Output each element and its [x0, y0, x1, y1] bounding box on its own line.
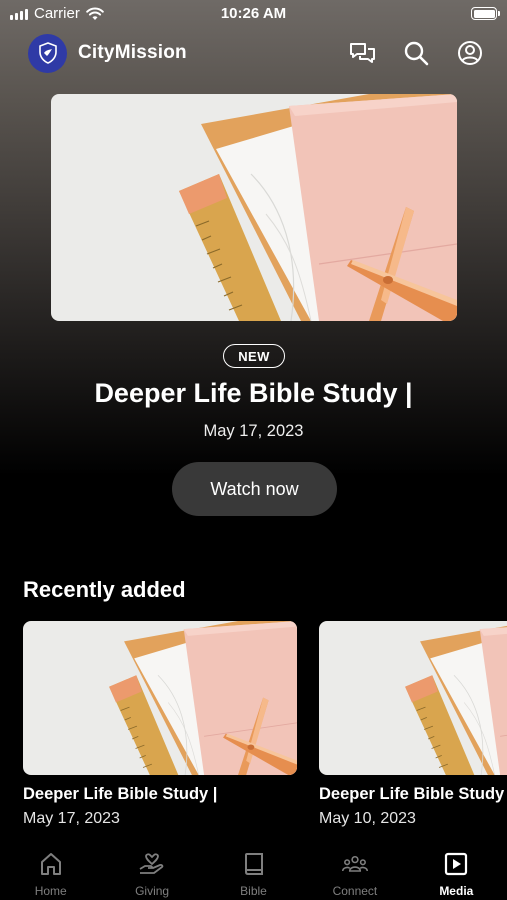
- tab-bible[interactable]: Bible: [203, 840, 304, 900]
- featured-title: Deeper Life Bible Study |: [94, 378, 413, 408]
- media-card-title: Deeper Life Bible Study |: [319, 785, 507, 803]
- status-time: 10:26 AM: [220, 5, 287, 22]
- header-actions: [347, 38, 485, 68]
- search-button[interactable]: [401, 38, 431, 68]
- media-card[interactable]: Deeper Life Bible Study | May 17, 2023: [23, 621, 297, 828]
- home-icon: [37, 850, 65, 878]
- watch-now-button[interactable]: Watch now: [172, 462, 337, 516]
- chat-bubbles-icon: [349, 42, 375, 63]
- media-card-thumbnail[interactable]: [23, 621, 297, 775]
- bottom-tab-bar: Home Giving Bible Connect Media: [0, 840, 507, 900]
- app-logo[interactable]: [28, 33, 67, 73]
- play-icon: [442, 850, 470, 878]
- featured-thumbnail[interactable]: [51, 94, 457, 321]
- app-header: CityMission: [28, 32, 485, 74]
- status-bar: Carrier 10:26 AM: [0, 0, 507, 28]
- tab-connect-label: Connect: [332, 884, 378, 898]
- tab-giving-label: Giving: [135, 884, 170, 898]
- battery-icon: [471, 7, 500, 20]
- tab-media[interactable]: Media: [406, 840, 507, 900]
- tab-giving[interactable]: Giving: [101, 840, 202, 900]
- recently-added-rail[interactable]: Deeper Life Bible Study | May 17, 2023 D…: [23, 621, 507, 836]
- app-name: CityMission: [78, 42, 187, 63]
- people-group-icon: [341, 850, 369, 878]
- new-badge: NEW: [223, 344, 285, 368]
- book-icon: [240, 850, 268, 878]
- search-icon: [404, 41, 429, 66]
- tab-connect[interactable]: Connect: [304, 840, 405, 900]
- media-card[interactable]: Deeper Life Bible Study | May 10, 2023: [319, 621, 507, 828]
- profile-icon: [458, 41, 482, 65]
- giving-hand-heart-icon: [138, 850, 166, 878]
- profile-button[interactable]: [455, 38, 485, 68]
- shield-dove-logo-icon: [38, 42, 57, 64]
- tab-media-label: Media: [439, 884, 474, 898]
- tab-home[interactable]: Home: [0, 840, 101, 900]
- tab-home-label: Home: [34, 884, 67, 898]
- media-card-date: May 17, 2023: [23, 810, 120, 827]
- featured-date: May 17, 2023: [203, 422, 304, 440]
- messages-button[interactable]: [347, 38, 377, 68]
- media-card-title: Deeper Life Bible Study |: [23, 785, 218, 803]
- media-card-thumbnail[interactable]: [319, 621, 507, 775]
- tab-bible-label: Bible: [240, 884, 267, 898]
- section-title-recently-added: Recently added: [23, 577, 186, 602]
- media-card-date: May 10, 2023: [319, 810, 416, 827]
